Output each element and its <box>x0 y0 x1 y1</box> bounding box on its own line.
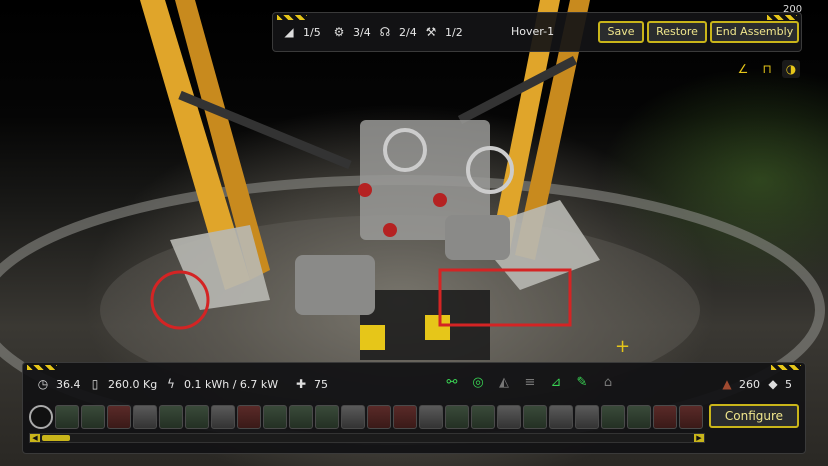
build-panel: ◷ 36.4 ▯ 260.0 Kg ϟ 0.1 kWh / 6.7 kW ✚ 7… <box>22 362 806 454</box>
stat-value: 1/5 <box>303 25 321 39</box>
configure-button[interactable]: Configure <box>709 404 799 428</box>
resource-b-value: 5 <box>785 377 792 391</box>
part-slot[interactable] <box>471 405 495 429</box>
clock-icon: ◷ <box>37 377 49 391</box>
part-slot[interactable] <box>81 405 105 429</box>
wrench-count: ⚒ 1/2 <box>423 25 463 39</box>
part-slot[interactable] <box>497 405 521 429</box>
mass-stat: ▯ 260.0 Kg <box>87 377 158 391</box>
energy-value: 0.1 kWh / 6.7 kW <box>184 377 279 391</box>
stat-value: 3/4 <box>353 25 371 39</box>
vehicle-icon[interactable]: ⌂ <box>599 374 617 392</box>
part-slot[interactable] <box>549 405 573 429</box>
stat-value: 1/2 <box>445 25 463 39</box>
part-slot[interactable] <box>445 405 469 429</box>
resource-a: ▲ 260 <box>719 377 760 391</box>
hazard-stripe <box>767 15 797 20</box>
angle-icon[interactable]: ∠ <box>734 60 752 78</box>
wing-count: ◢ 1/5 <box>281 25 321 39</box>
wing-icon[interactable]: ◭ <box>495 374 513 392</box>
part-slot[interactable] <box>55 405 79 429</box>
scroll-right-icon[interactable]: ▶ <box>694 434 704 442</box>
save-button[interactable]: Save <box>598 21 644 43</box>
part-slot[interactable] <box>419 405 443 429</box>
lightning-icon: ϟ <box>167 377 175 391</box>
scroll-thumb[interactable] <box>42 435 70 441</box>
vehicle-name: Hover-1 <box>511 25 555 38</box>
assembly-toolbar: ◢ 1/5 ⚙ 3/4 ☊ 2/4 ⚒ 1/2 Hover-1 Save Res… <box>272 12 802 52</box>
wrench-icon: ⚒ <box>425 25 437 39</box>
part-slot[interactable] <box>575 405 599 429</box>
time-value: 36.4 <box>56 377 81 391</box>
mass-value: 260.0 Kg <box>108 377 158 391</box>
controller-icon: ☊ <box>379 25 391 39</box>
resource-b: ◆ 5 <box>765 377 792 391</box>
thruster-icon[interactable]: ◎ <box>469 374 487 392</box>
part-slot[interactable] <box>107 405 131 429</box>
pin-icon[interactable]: ⊓ <box>758 60 776 78</box>
crash-icon[interactable]: ◑ <box>782 60 800 78</box>
health-stat: ✚ 75 <box>293 377 328 391</box>
part-slot[interactable] <box>237 405 261 429</box>
part-slot[interactable] <box>679 405 703 429</box>
part-slot[interactable] <box>367 405 391 429</box>
part-slot[interactable] <box>289 405 313 429</box>
crystal-icon: ◆ <box>768 377 778 391</box>
part-slot[interactable] <box>653 405 677 429</box>
part-slot[interactable] <box>29 405 53 429</box>
health-icon: ✚ <box>295 377 307 391</box>
part-slot[interactable] <box>601 405 625 429</box>
stat-value: 2/4 <box>399 25 417 39</box>
hazard-stripe <box>277 15 307 20</box>
weight-icon: ▯ <box>91 377 99 391</box>
part-slot[interactable] <box>159 405 183 429</box>
stack-icon[interactable]: ≡ <box>521 374 539 392</box>
hazard-stripe <box>771 365 801 370</box>
part-slot[interactable] <box>393 405 417 429</box>
end-assembly-button[interactable]: End Assembly <box>710 21 799 43</box>
part-slot[interactable] <box>185 405 209 429</box>
svg-text:+: + <box>615 336 630 357</box>
part-slot[interactable] <box>523 405 547 429</box>
energy-stat: ϟ 0.1 kWh / 6.7 kW <box>163 377 278 391</box>
pen-icon[interactable]: ✎ <box>573 374 591 392</box>
time-stat: ◷ 36.4 <box>35 377 81 391</box>
category-filters: ⚯ ◎ ◭ ≡ ⊿ ✎ ⌂ <box>443 374 617 392</box>
part-slot[interactable] <box>627 405 651 429</box>
parts-inventory <box>29 405 703 429</box>
parts-scrollbar[interactable]: ◀ ▶ <box>29 433 705 443</box>
health-value: 75 <box>314 377 328 391</box>
wing-icon: ◢ <box>284 25 294 39</box>
controller-count: ☊ 2/4 <box>377 25 417 39</box>
part-slot[interactable] <box>341 405 365 429</box>
restore-button[interactable]: Restore <box>647 21 707 43</box>
part-slot[interactable] <box>211 405 235 429</box>
scroll-left-icon[interactable]: ◀ <box>30 434 40 442</box>
gear-icon: ⚙ <box>333 25 345 39</box>
gear-count: ⚙ 3/4 <box>331 25 371 39</box>
part-slot[interactable] <box>133 405 157 429</box>
hazard-stripe <box>27 365 57 370</box>
part-slot[interactable] <box>315 405 339 429</box>
crane-icon[interactable]: ⊿ <box>547 374 565 392</box>
ore-icon: ▲ <box>722 377 732 391</box>
part-slot[interactable] <box>263 405 287 429</box>
resource-a-value: 260 <box>739 377 760 391</box>
joint-icon[interactable]: ⚯ <box>443 374 461 392</box>
tool-icons: ∠ ⊓ ◑ <box>734 60 800 78</box>
